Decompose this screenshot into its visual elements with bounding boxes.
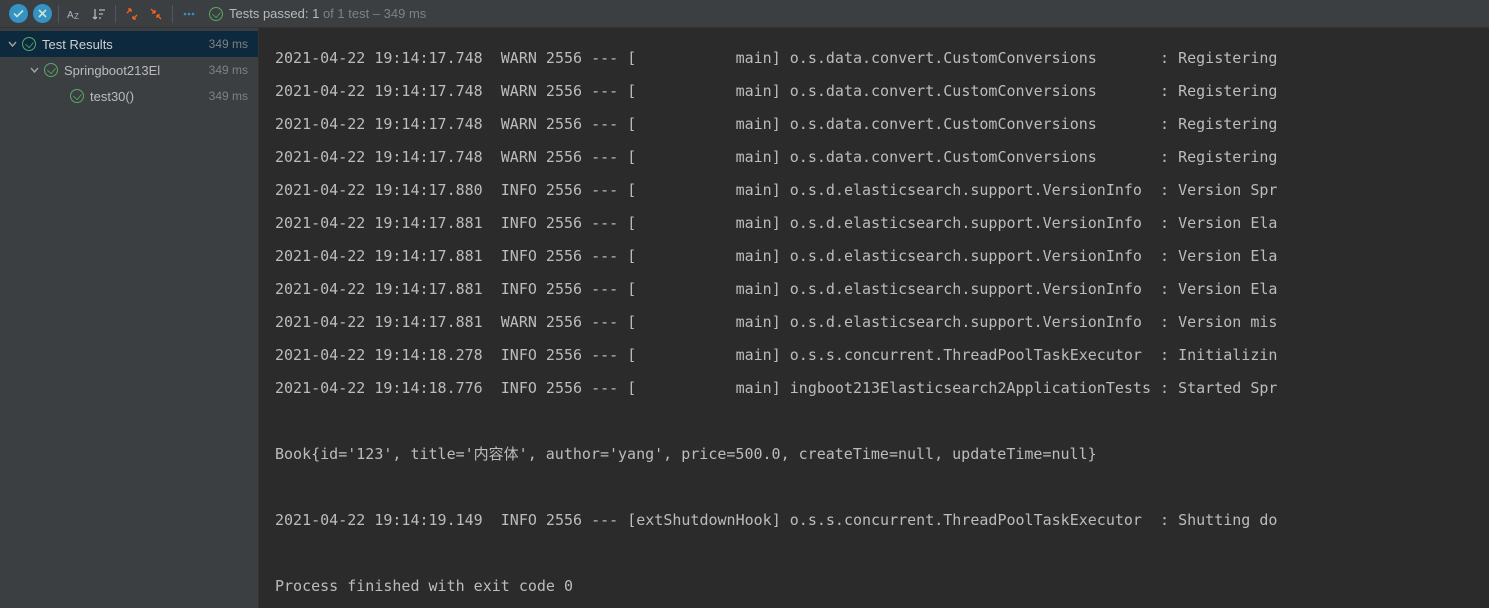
separator bbox=[58, 5, 59, 23]
console-text: 2021-04-22 19:14:17.748 WARN 2556 --- [ … bbox=[275, 42, 1489, 603]
tree-label: Test Results bbox=[42, 37, 209, 52]
tests-status: Tests passed: 1 of 1 test – 349 ms bbox=[209, 6, 426, 21]
tree-duration: 349 ms bbox=[209, 37, 248, 51]
collapse-all-icon[interactable] bbox=[144, 2, 168, 26]
more-options-icon[interactable] bbox=[177, 2, 201, 26]
check-icon bbox=[22, 37, 36, 51]
chevron-down-icon bbox=[8, 37, 18, 52]
tree-duration: 349 ms bbox=[209, 63, 248, 77]
test-toolbar: A Z Tests passed: 1 of 1 test bbox=[0, 0, 1489, 28]
separator bbox=[172, 5, 173, 23]
tests-status-total: of 1 test – 349 ms bbox=[319, 6, 426, 21]
separator bbox=[115, 5, 116, 23]
tree-suite-springboot[interactable]: Springboot213El 349 ms bbox=[0, 57, 258, 83]
tree-test-test30[interactable]: test30() 349 ms bbox=[0, 83, 258, 109]
test-tree[interactable]: Test Results 349 ms Springboot213El 349 … bbox=[0, 28, 259, 608]
tree-root-test-results[interactable]: Test Results 349 ms bbox=[0, 31, 258, 57]
svg-text:Z: Z bbox=[74, 12, 79, 21]
expand-all-icon[interactable] bbox=[120, 2, 144, 26]
console-output[interactable]: 2021-04-22 19:14:17.748 WARN 2556 --- [ … bbox=[259, 28, 1489, 608]
show-ignored-toggle-icon[interactable] bbox=[30, 2, 54, 26]
tree-duration: 349 ms bbox=[209, 89, 248, 103]
tree-label: Springboot213El bbox=[64, 63, 209, 78]
check-icon bbox=[70, 89, 84, 103]
check-icon bbox=[209, 7, 223, 21]
tests-status-passed: Tests passed: 1 bbox=[229, 6, 319, 21]
sort-alpha-icon[interactable]: A Z bbox=[63, 2, 87, 26]
main-panel: Test Results 349 ms Springboot213El 349 … bbox=[0, 28, 1489, 608]
chevron-down-icon bbox=[30, 63, 40, 78]
svg-text:A: A bbox=[67, 10, 74, 21]
tree-label: test30() bbox=[90, 89, 209, 104]
sort-duration-icon[interactable] bbox=[87, 2, 111, 26]
show-passed-toggle-icon[interactable] bbox=[6, 2, 30, 26]
check-icon bbox=[44, 63, 58, 77]
